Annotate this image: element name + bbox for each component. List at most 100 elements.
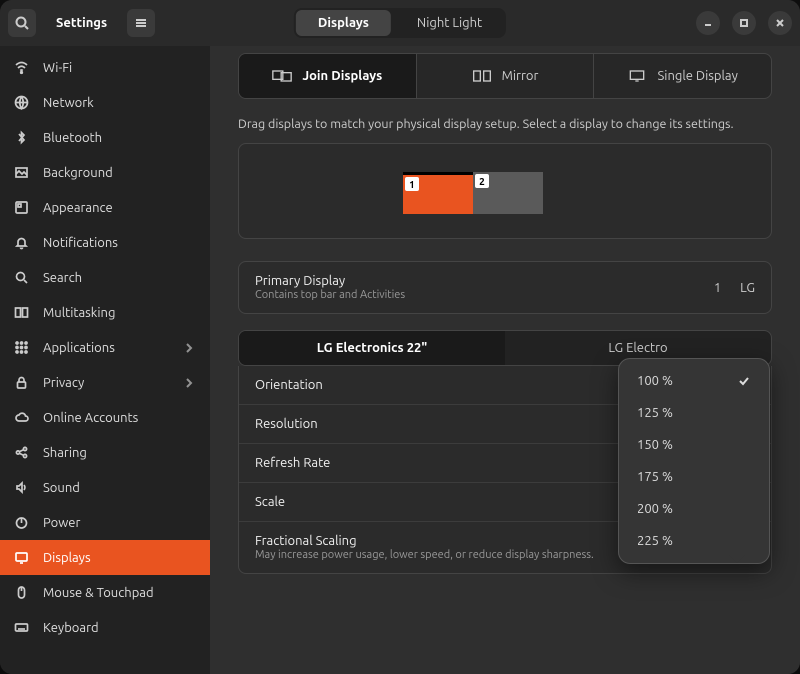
sidebar-item-keyboard[interactable]: Keyboard [0, 610, 210, 645]
mode-join-displays[interactable]: Join Displays [239, 54, 417, 98]
bluetooth-icon [14, 130, 29, 145]
sidebar-item-label: Notifications [43, 236, 118, 250]
sound-icon [14, 480, 29, 495]
network-icon [14, 95, 29, 110]
scale-option-100[interactable]: 100 % [625, 365, 763, 397]
sidebar-item-label: Multitasking [43, 306, 115, 320]
arrange-hint: Drag displays to match your physical dis… [238, 117, 772, 131]
sidebar-item-label: Bluetooth [43, 131, 102, 145]
sidebar-item-sharing[interactable]: Sharing [0, 435, 210, 470]
sidebar-item-label: Sound [43, 481, 80, 495]
primary-num: 1 [714, 281, 721, 295]
sidebar-item-label: Sharing [43, 446, 87, 460]
sidebar: Wi-Fi Network Bluetooth Background Appearanc… [0, 46, 210, 674]
chevron-right-icon [182, 341, 196, 355]
close-button[interactable] [768, 11, 792, 35]
search-button[interactable] [8, 9, 36, 37]
power-icon [14, 515, 29, 530]
scale-option-150[interactable]: 150 % [625, 429, 763, 461]
scale-option-label: 200 % [637, 502, 673, 516]
sidebar-item-bluetooth[interactable]: Bluetooth [0, 120, 210, 155]
sidebar-item-power[interactable]: Power [0, 505, 210, 540]
search-icon [14, 270, 29, 285]
sidebar-item-label: Privacy [43, 376, 84, 390]
app-title: Settings [56, 16, 107, 30]
main-panel: Display Mode Join Displays Mirror Single… [210, 46, 800, 674]
sidebar-item-label: Network [43, 96, 94, 110]
mode-single-display[interactable]: Single Display [594, 54, 771, 98]
primary-name: LG [740, 281, 755, 295]
scale-option-label: 150 % [637, 438, 673, 452]
scale-option-125[interactable]: 125 % [625, 397, 763, 429]
scale-option-label: 125 % [637, 406, 673, 420]
refresh-label: Refresh Rate [255, 456, 330, 470]
resolution-label: Resolution [255, 417, 318, 431]
sidebar-item-label: Displays [43, 551, 91, 565]
sidebar-item-label: Wi-Fi [43, 61, 72, 75]
sidebar-item-applications[interactable]: Applications [0, 330, 210, 365]
sidebar-item-label: Appearance [43, 201, 113, 215]
sidebar-item-sound[interactable]: Sound [0, 470, 210, 505]
mode-label: Join Displays [302, 69, 382, 83]
display-mode-selector: Join Displays Mirror Single Display [238, 53, 772, 99]
bell-icon [14, 235, 29, 250]
maximize-icon [739, 18, 749, 28]
grid-icon [14, 340, 29, 355]
join-icon [272, 68, 292, 84]
mirror-icon [472, 68, 492, 84]
search-icon [15, 16, 29, 30]
sidebar-item-label: Background [43, 166, 113, 180]
scale-option-175[interactable]: 175 % [625, 461, 763, 493]
minimize-icon [703, 18, 713, 28]
display-2[interactable]: 2 [473, 172, 543, 214]
display-arrangement[interactable]: 1 2 [238, 143, 772, 239]
sidebar-item-wi-fi[interactable]: Wi-Fi [0, 50, 210, 85]
sidebar-item-notifications[interactable]: Notifications [0, 225, 210, 260]
chevron-right-icon [182, 376, 196, 390]
menu-button[interactable] [127, 9, 155, 37]
display-tab-1[interactable]: LG Electronics 22" [239, 331, 505, 365]
scale-label: Scale [255, 495, 285, 509]
header-tabs: Displays Night Light [294, 8, 506, 38]
fractional-label: Fractional Scaling [255, 534, 594, 548]
fractional-sub: May increase power usage, lower speed, o… [255, 549, 594, 561]
tab-displays[interactable]: Displays [296, 10, 391, 36]
primary-display-row[interactable]: Primary Display Contains top bar and Act… [239, 262, 771, 313]
sidebar-item-background[interactable]: Background [0, 155, 210, 190]
sidebar-item-online-accounts[interactable]: Online Accounts [0, 400, 210, 435]
keyboard-icon [14, 620, 29, 635]
orientation-label: Orientation [255, 378, 323, 392]
hamburger-icon [134, 16, 148, 30]
mode-mirror[interactable]: Mirror [417, 54, 595, 98]
display-1-badge: 1 [405, 177, 419, 191]
close-icon [775, 18, 785, 28]
check-icon [737, 374, 751, 388]
display-1[interactable]: 1 [403, 172, 473, 214]
sidebar-item-network[interactable]: Network [0, 85, 210, 120]
scale-option-200[interactable]: 200 % [625, 493, 763, 525]
sidebar-item-displays[interactable]: Displays [0, 540, 210, 575]
scale-option-label: 175 % [637, 470, 673, 484]
primary-display-card: Primary Display Contains top bar and Act… [238, 261, 772, 314]
minimize-button[interactable] [696, 11, 720, 35]
tab-night-light[interactable]: Night Light [395, 10, 504, 36]
primary-label: Primary Display [255, 274, 405, 288]
titlebar: Settings Displays Night Light [0, 0, 800, 46]
mode-label: Mirror [502, 69, 539, 83]
cloud-icon [14, 410, 29, 425]
scale-option-225[interactable]: 225 % [625, 525, 763, 557]
share-icon [14, 445, 29, 460]
sidebar-item-privacy[interactable]: Privacy [0, 365, 210, 400]
sidebar-item-search[interactable]: Search [0, 260, 210, 295]
lock-icon [14, 375, 29, 390]
appearance-icon [14, 200, 29, 215]
wifi-icon [14, 60, 29, 75]
sidebar-item-multitasking[interactable]: Multitasking [0, 295, 210, 330]
maximize-button[interactable] [732, 11, 756, 35]
primary-sub: Contains top bar and Activities [255, 289, 405, 301]
sidebar-item-mouse-touchpad[interactable]: Mouse & Touchpad [0, 575, 210, 610]
sidebar-item-label: Mouse & Touchpad [43, 586, 154, 600]
sidebar-item-label: Power [43, 516, 80, 530]
sidebar-item-appearance[interactable]: Appearance [0, 190, 210, 225]
scale-popover: 100 % 125 % 150 % 175 % 200 % 225 % [618, 358, 770, 564]
